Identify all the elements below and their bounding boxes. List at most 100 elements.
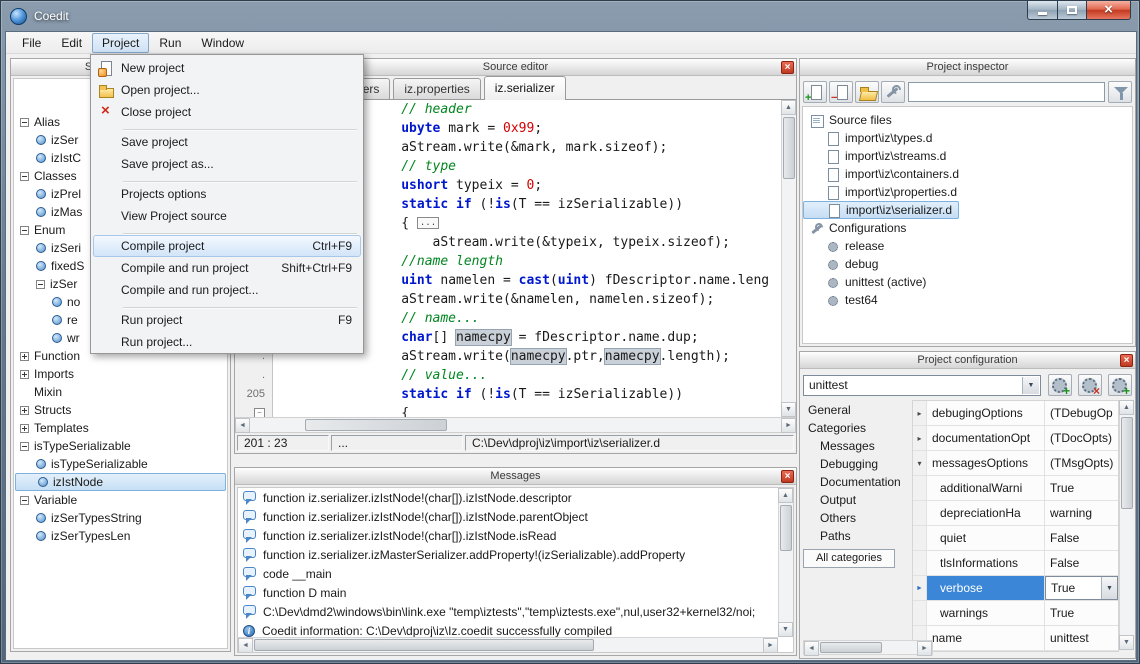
property-name[interactable]: messagesOptions [927,451,1045,475]
scrollbar-thumb[interactable] [1121,417,1133,509]
config-gear-button[interactable] [1048,374,1072,396]
menu-item[interactable] [93,301,361,309]
scroll-up-icon[interactable] [781,100,796,115]
menu-item[interactable]: Open project... [93,79,361,101]
scrollbar-thumb[interactable] [783,117,795,179]
scroll-down-icon[interactable] [778,622,793,637]
menu-item[interactable] [93,175,361,183]
message-row[interactable]: function D main [238,583,778,602]
inspector-tree-item[interactable]: import\iz\streams.d [803,147,946,165]
chevron-down-icon[interactable] [1022,377,1039,394]
maximize-button[interactable] [1057,1,1086,20]
property-value[interactable]: True [1045,476,1118,500]
symbol-tree-item[interactable]: izSerTypesLen [14,527,227,545]
minimize-button[interactable] [1027,1,1057,20]
inspector-tool-button[interactable] [855,81,879,103]
config-category[interactable]: Paths [803,527,909,545]
property-expander-icon[interactable] [913,451,927,475]
inspector-tree-item[interactable]: import\iz\containers.d [803,165,959,183]
menubar-item[interactable]: Project [92,33,149,53]
scrollbar-thumb[interactable] [820,642,882,653]
menu-item[interactable]: Compile and run project... [93,279,361,301]
menubar-item[interactable]: Edit [51,33,92,53]
messages-close-icon[interactable] [781,470,794,483]
property-name[interactable]: documentationOpt [927,426,1045,450]
grid-vertical-scrollbar[interactable] [1119,400,1134,650]
message-row[interactable]: function iz.serializer.izIstNode!(char[]… [238,526,778,545]
messages-vertical-scrollbar[interactable] [778,488,793,637]
project-configuration-header[interactable]: Project configuration [800,352,1135,369]
property-value[interactable]: (TMsgOpts) [1045,451,1118,475]
menu-item[interactable]: Compile project Ctrl+F9 [93,235,361,257]
messages-header[interactable]: Messages [235,468,796,485]
property-value[interactable]: False [1045,551,1118,575]
inspector-tree-item[interactable]: unittest (active) [803,273,926,291]
property-name[interactable]: verbose [927,576,1045,600]
symbol-tree-item[interactable]: Variable [14,491,227,509]
property-name[interactable]: name [927,626,1045,650]
property-row[interactable]: additionalWarni True [913,476,1118,501]
inspector-tool-button[interactable] [829,81,853,103]
symbol-tree-item[interactable]: isTypeSerializable [14,437,227,455]
config-horizontal-scrollbar[interactable] [803,640,933,655]
editor-tab[interactable]: iz.serializer [484,76,566,100]
scroll-right-icon[interactable] [917,641,932,656]
tree-toggle-icon[interactable] [20,118,29,127]
symbol-tree-item[interactable]: izIstNode [15,473,226,491]
property-row[interactable]: depreciationHa warning [913,501,1118,526]
property-expander-icon[interactable] [913,426,927,450]
property-name[interactable]: warnings [927,601,1045,625]
menu-item[interactable]: Close project [93,101,361,123]
editor-close-icon[interactable] [781,61,794,74]
scroll-left-icon[interactable] [238,638,253,653]
config-category[interactable]: Categories [803,419,909,437]
inspector-filter-input[interactable] [908,82,1105,102]
scroll-right-icon[interactable] [763,638,778,653]
scrollbar-thumb[interactable] [780,505,792,551]
property-name[interactable]: quiet [927,526,1045,550]
property-expander-icon[interactable] [913,576,927,600]
inspector-tree-item[interactable]: import\iz\types.d [803,129,932,147]
scroll-left-icon[interactable] [235,418,250,433]
menu-item[interactable]: Projects options [93,183,361,205]
symbol-tree-item[interactable]: Structs [14,401,227,419]
value-dropdown-icon[interactable] [1101,577,1117,599]
title-bar[interactable]: Coedit [1,1,1139,31]
message-row[interactable]: Coedit information: C:\Dev\dproj\iz\Iz.c… [238,621,778,637]
property-value[interactable]: warning [1045,501,1118,525]
editor-vertical-scrollbar[interactable] [781,100,796,417]
property-expander-icon[interactable] [913,476,927,500]
menubar-item[interactable]: File [12,33,51,53]
message-row[interactable]: function iz.serializer.izIstNode!(char[]… [238,507,778,526]
editor-tab[interactable]: iz.properties [393,78,480,99]
configuration-selector[interactable]: unittest [803,375,1041,396]
inspector-tree-item[interactable]: Source files [803,111,892,129]
symbol-tree-item[interactable]: izSerTypesString [14,509,227,527]
menu-item[interactable]: View Project source [93,205,361,227]
all-categories-button[interactable]: All categories [803,549,895,568]
scroll-right-icon[interactable] [781,418,796,433]
property-expander-icon[interactable] [913,401,927,425]
config-category[interactable]: Others [803,509,909,527]
message-row[interactable]: function iz.serializer.izMasterSerialize… [238,545,778,564]
property-value[interactable]: True [1045,576,1118,600]
inspector-tree-item[interactable]: import\iz\properties.d [803,183,957,201]
tree-toggle-icon[interactable] [36,280,45,289]
project-inspector-header[interactable]: Project inspector [800,59,1135,76]
tree-toggle-icon[interactable] [20,226,29,235]
message-row[interactable]: code __main [238,564,778,583]
tree-toggle-icon[interactable] [20,370,29,379]
property-name[interactable]: tlsInformations [927,551,1045,575]
property-row[interactable]: warnings True [913,601,1118,626]
menu-item[interactable]: Save project [93,131,361,153]
editor-horizontal-scrollbar[interactable] [235,417,796,432]
inspector-tree-item[interactable]: release [803,237,884,255]
scroll-left-icon[interactable] [804,641,819,656]
property-expander-icon[interactable] [913,501,927,525]
symbol-tree-item[interactable]: Mixin [14,383,227,401]
config-category[interactable]: General [803,401,909,419]
property-expander-icon[interactable] [913,601,927,625]
property-expander-icon[interactable] [913,551,927,575]
message-row[interactable]: function iz.serializer.izIstNode!(char[]… [238,488,778,507]
config-category[interactable]: Documentation [803,473,909,491]
